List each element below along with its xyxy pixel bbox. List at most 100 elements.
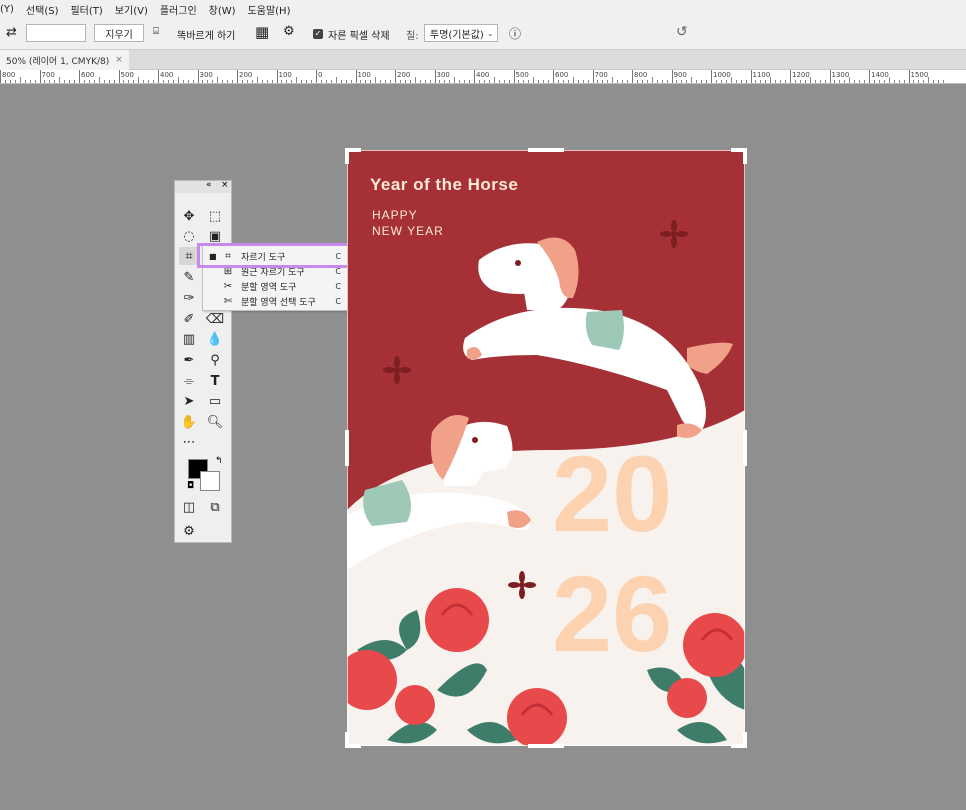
ruler-minor-tick [320, 80, 322, 83]
menu-item-view[interactable]: 보기(V) [115, 2, 148, 17]
document-tab-title: 50% (레이어 1, CMYK/8) [6, 56, 110, 67]
ruler-minor-tick [464, 80, 466, 83]
crop-bounding-box[interactable] [347, 150, 745, 746]
ruler-minor-tick [691, 77, 693, 83]
close-icon[interactable]: × [115, 55, 123, 65]
ruler-minor-tick [256, 77, 258, 83]
ruler-minor-tick [607, 80, 609, 83]
crop-handle-bottom-right-v[interactable] [743, 732, 747, 748]
gear-icon[interactable]: ⚙ [283, 24, 295, 39]
ruler-minor-tick [69, 80, 71, 83]
straighten-icon[interactable]: ⌸ [153, 26, 159, 37]
fill-select[interactable]: 투명(기본값) ⌄ [424, 24, 498, 42]
ruler-minor-tick [903, 80, 905, 83]
crop-handle-top-mid[interactable] [528, 148, 564, 152]
type-tool-icon[interactable]: T [205, 372, 225, 390]
flyout-item-slice[interactable]: ✂ 분할 영역 도구 C [203, 279, 349, 294]
info-icon[interactable]: ⓘ [509, 25, 521, 42]
ruler-minor-tick [809, 77, 811, 83]
ruler-minor-tick [493, 77, 495, 83]
ruler-minor-tick [370, 80, 372, 83]
ruler-minor-tick [4, 80, 6, 83]
crop-handle-bottom-left-v[interactable] [345, 732, 349, 748]
ruler-minor-tick [641, 80, 643, 83]
delete-cropped-checkbox[interactable]: ✓ [313, 29, 323, 39]
menu-item-window[interactable]: 창(W) [209, 2, 236, 17]
document-tab[interactable]: 50% (레이어 1, CMYK/8) × [0, 50, 129, 70]
lasso-tool-icon[interactable]: ◌ [179, 227, 199, 245]
straighten-label[interactable]: 똑바르게 하기 [177, 27, 235, 42]
ruler-minor-tick [780, 80, 782, 83]
ruler-minor-tick [706, 80, 708, 83]
ruler-minor-tick [883, 80, 885, 83]
crop-handle-left-mid[interactable] [345, 430, 349, 466]
ruler-label: 0 [318, 71, 323, 79]
menu-item-plugins[interactable]: 플러그인 [160, 2, 197, 17]
ruler-label: 1300 [831, 71, 850, 79]
zoom-tool-icon[interactable]: 🔍︎ [205, 413, 225, 431]
menu-bar: (Y) 선택(S) 필터(T) 보기(V) 플러그인 창(W) 도움말(H) [0, 0, 966, 18]
ruler-minor-tick [246, 80, 248, 83]
menu-item-filter[interactable]: 필터(T) [70, 2, 102, 17]
ratio-input[interactable] [26, 24, 86, 42]
reset-icon[interactable]: ↺ [676, 24, 688, 40]
crop-handle-right-mid[interactable] [743, 430, 747, 466]
marquee-tool-icon[interactable]: ⬚ [205, 207, 225, 225]
screen-mode-icon[interactable]: ⧉ [205, 498, 225, 516]
ruler-minor-tick [656, 80, 658, 83]
ruler-minor-tick [153, 80, 155, 83]
curvature-pen-icon[interactable]: ⌯ [179, 372, 199, 390]
quick-mask-icon[interactable]: ◫ [179, 498, 199, 516]
crop-handle-top-left-v[interactable] [345, 148, 349, 164]
ruler-minor-tick [567, 80, 569, 83]
move-tool-icon[interactable]: ✥ [179, 207, 199, 225]
ruler-minor-tick [572, 77, 574, 83]
flyout-item-slice-select[interactable]: ✄ 분할 영역 선택 도구 C [203, 294, 349, 309]
blur-tool-icon[interactable]: 💧 [205, 330, 225, 348]
path-select-tool-icon[interactable]: ➤ [179, 392, 199, 410]
swap-colors-icon[interactable]: ↰ [215, 456, 223, 466]
ruler-tick [79, 70, 80, 83]
ruler-tick [513, 70, 515, 83]
ruler-minor-tick [286, 80, 288, 83]
ruler-minor-tick [148, 80, 150, 83]
menu-item-image[interactable]: (Y) [0, 4, 14, 15]
pen-tool-icon[interactable]: ✒ [179, 351, 199, 369]
edit-toolbar-icon[interactable]: ⚙ [179, 522, 199, 540]
crop-handle-top-right-v[interactable] [743, 148, 747, 164]
more-tools-icon[interactable]: ⋯ [179, 433, 199, 451]
ruler-minor-tick [617, 80, 619, 83]
ruler-minor-tick [799, 80, 801, 83]
eyedropper-tool-icon[interactable]: ✎ [179, 268, 199, 286]
ruler-minor-tick [296, 77, 298, 83]
ruler-minor-tick [177, 77, 179, 83]
horizontal-ruler[interactable]: 800 700 600 500 400 300 200 100 0 100 200 300 400 500… [0, 70, 966, 84]
dodge-tool-icon[interactable]: ⚲ [205, 351, 225, 369]
ruler-minor-tick [834, 80, 836, 83]
brush-tool-icon[interactable]: ✑ [179, 289, 199, 307]
swap-icon[interactable]: ⇄ [6, 25, 17, 40]
default-colors-icon[interactable]: ◘ [187, 481, 194, 491]
ruler-minor-tick [311, 80, 313, 83]
ruler-minor-tick [587, 80, 589, 83]
ruler-minor-tick [123, 80, 125, 83]
menu-item-help[interactable]: 도움말(H) [248, 2, 291, 17]
eraser-tool-icon[interactable]: ⌫ [205, 310, 225, 328]
crop-tool-icon[interactable]: ⌗ [179, 247, 199, 265]
ruler-tick [553, 70, 554, 83]
history-brush-tool-icon[interactable]: ✐ [179, 310, 199, 328]
grid-overlay-icon[interactable]: ▦ [255, 23, 269, 41]
options-bar: ⇄ 지우기 ⌸ 똑바르게 하기 ▦ ⚙ ✓ 자른 픽셀 삭제 칠: 투명(기본값… [0, 18, 966, 50]
menu-item-select[interactable]: 선택(S) [26, 2, 59, 17]
background-color-swatch[interactable] [200, 471, 220, 491]
ruler-minor-tick [103, 80, 105, 83]
clear-button[interactable]: 지우기 [94, 24, 144, 42]
crop-handle-bottom-mid[interactable] [528, 744, 564, 748]
ruler-minor-tick [44, 80, 46, 83]
hand-tool-icon[interactable]: ✋ [179, 413, 199, 431]
gradient-tool-icon[interactable]: ▥ [179, 330, 199, 348]
ruler-minor-tick [291, 80, 293, 83]
collapse-icon[interactable]: « [206, 180, 212, 190]
close-panel-icon[interactable]: × [221, 180, 229, 190]
rectangle-tool-icon[interactable]: ▭ [205, 392, 225, 410]
